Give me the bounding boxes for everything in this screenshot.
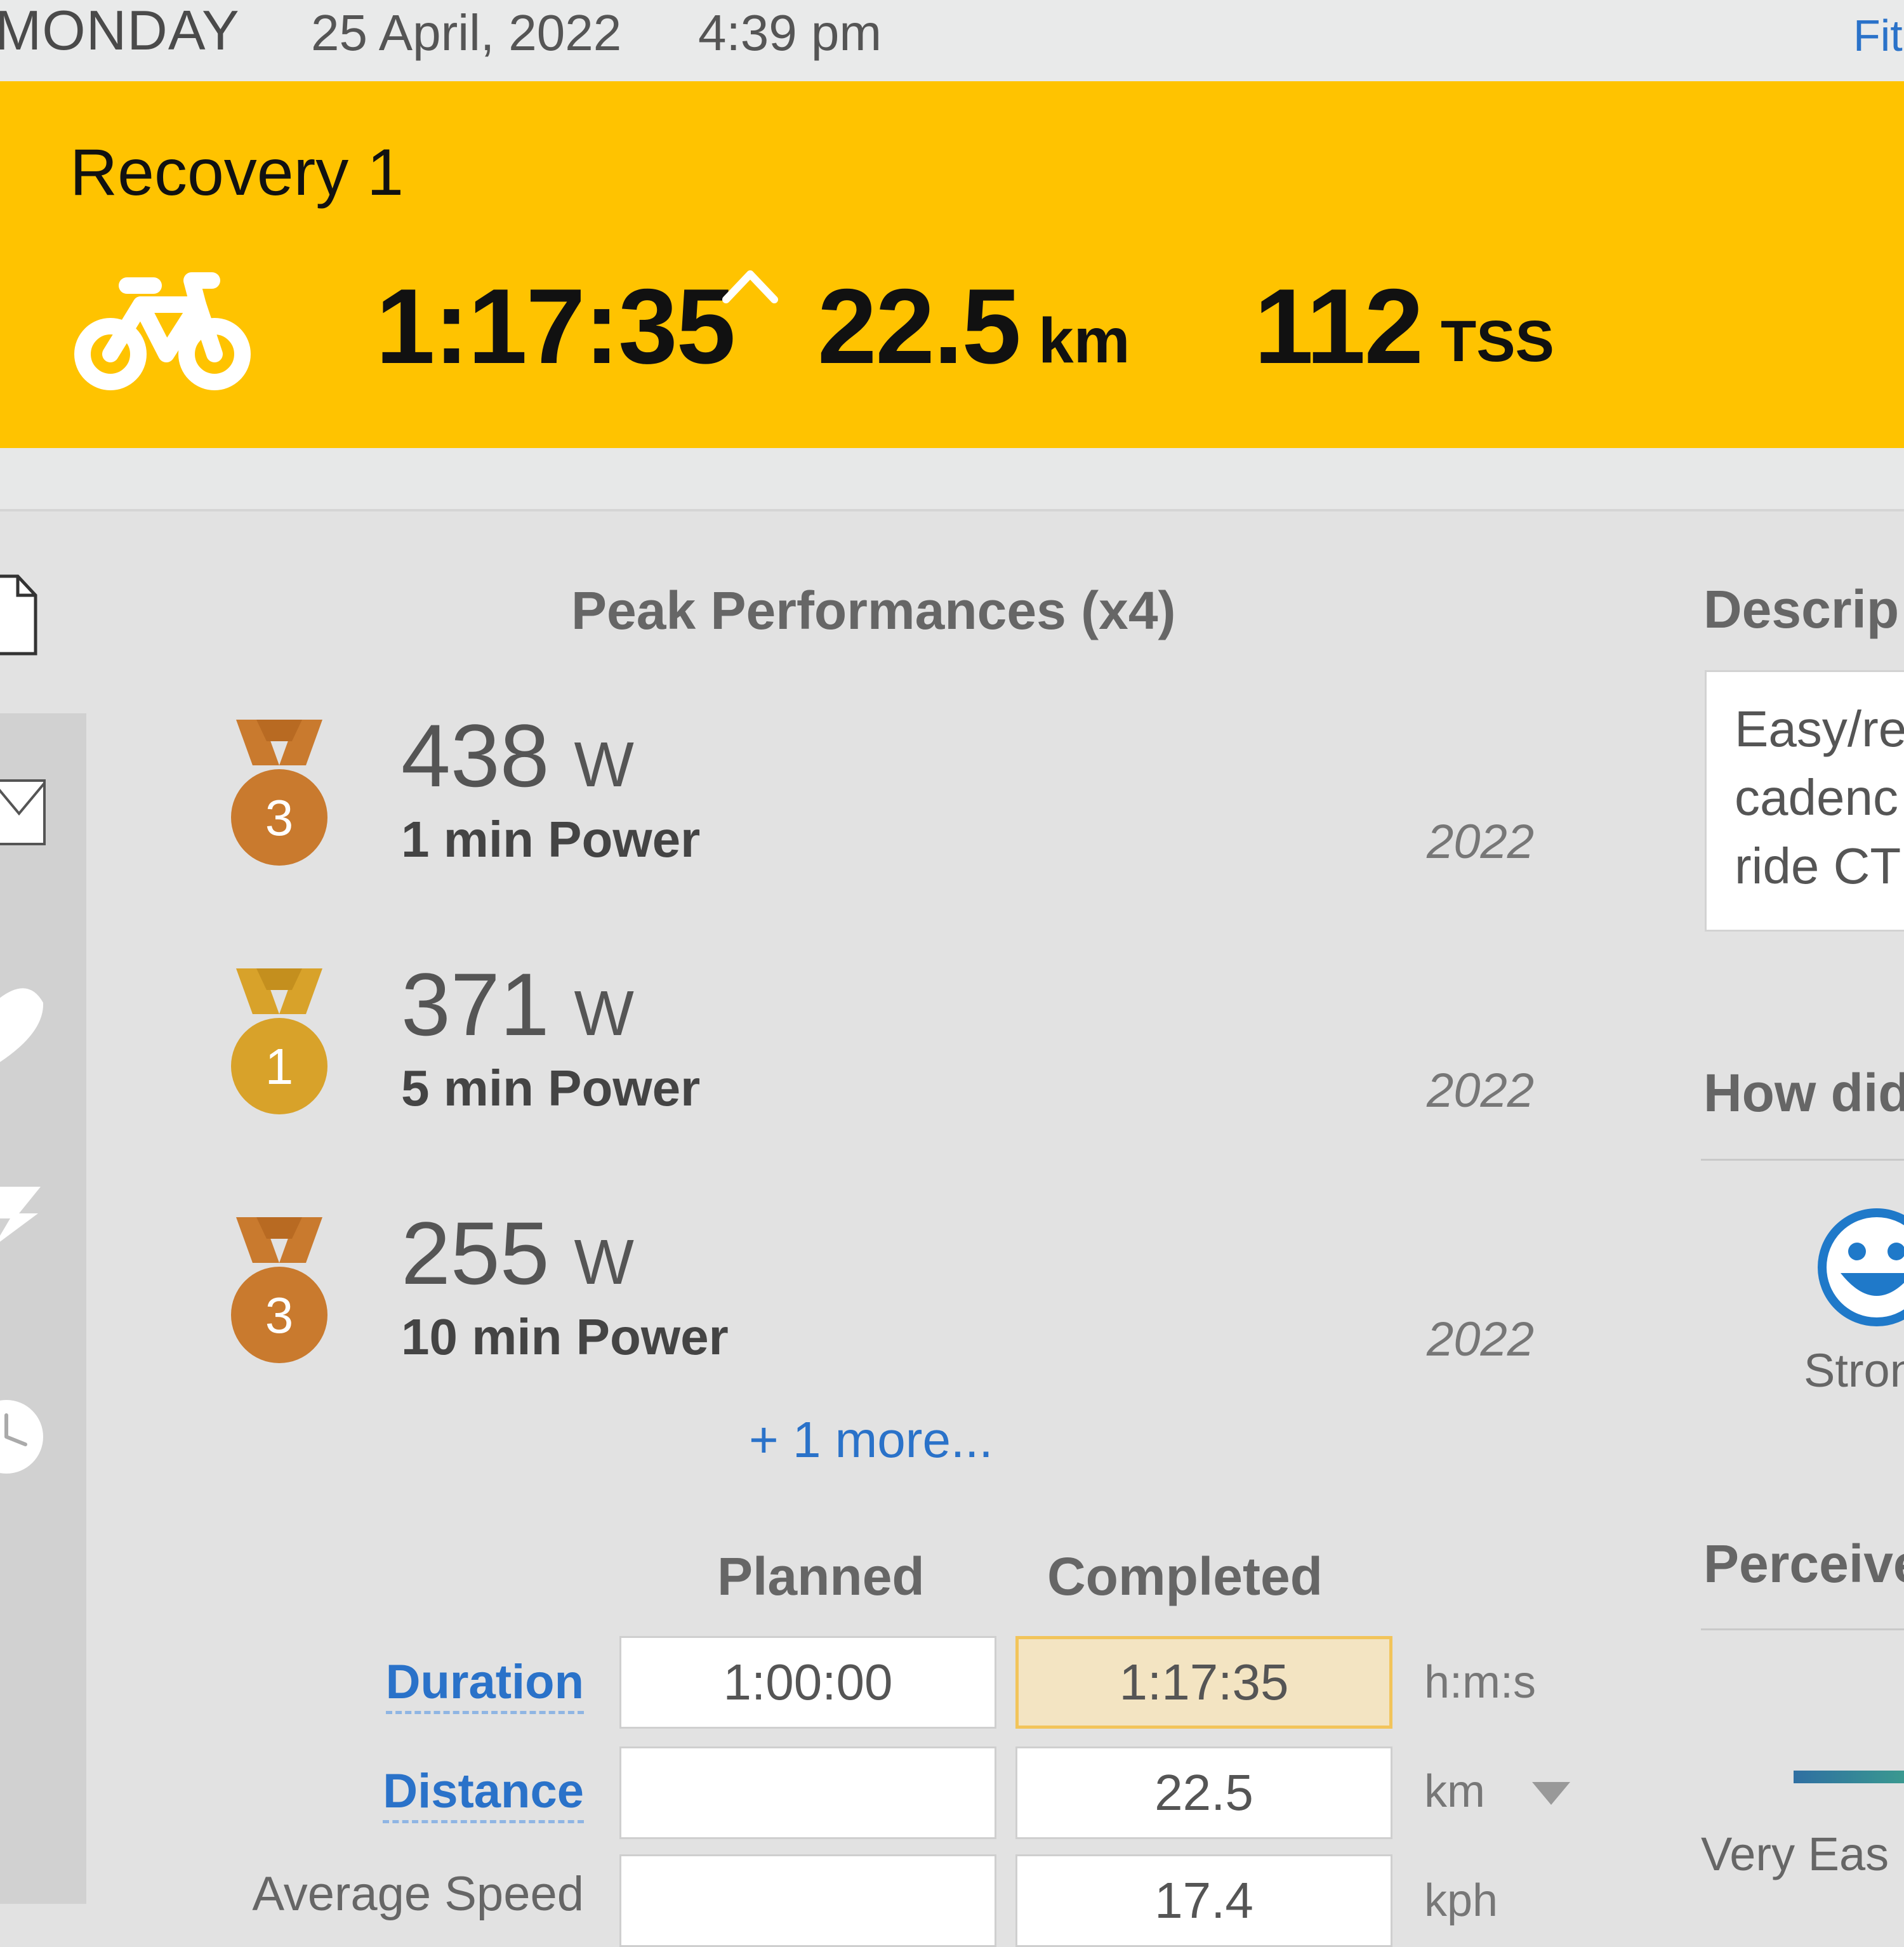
workout-banner: Recovery 1 1:17:35 22.5 km 112 TSS <box>0 81 1904 448</box>
description-box[interactable]: Easy/re cadenc ride CT <box>1705 670 1904 932</box>
peak-year: 2022 <box>1427 815 1535 869</box>
mail-icon[interactable] <box>0 778 51 848</box>
rpe-slider[interactable] <box>1794 1771 1904 1783</box>
peak-label: 10 min Power <box>401 1309 729 1365</box>
smiley-icon[interactable] <box>1816 1207 1904 1328</box>
gold-medal-icon: 1 <box>231 968 327 1114</box>
description-line: cadenc <box>1735 769 1898 826</box>
lightning-icon[interactable] <box>0 1180 51 1250</box>
description-header: Descrip <box>1703 579 1900 639</box>
distance-unit-select[interactable]: km <box>1424 1763 1485 1820</box>
duration-label[interactable]: Duration <box>385 1654 584 1714</box>
divider <box>1701 1159 1904 1161</box>
completed-duration-field[interactable]: 1:17:35 <box>1015 1636 1392 1729</box>
feel-header: How did <box>1703 1063 1904 1123</box>
date-label: 25 April, 2022 <box>311 4 622 61</box>
date-bar: MONDAY 25 April, 2022 4:39 pm Fit <box>0 0 1904 81</box>
clock-icon[interactable] <box>0 1399 51 1481</box>
peak-value: 371 W <box>401 954 634 1054</box>
average-speed-label: Average Speed <box>252 1867 584 1921</box>
peak-label: 5 min Power <box>401 1060 701 1116</box>
svg-text:3: 3 <box>265 1287 294 1343</box>
planned-distance-field[interactable] <box>619 1746 996 1839</box>
completed-distance-field[interactable]: 22.5 <box>1015 1746 1392 1839</box>
bike-icon <box>74 272 251 390</box>
svg-text:1: 1 <box>265 1038 294 1095</box>
peak-performances-title: Peak Performances (x4) <box>571 581 1176 640</box>
duration-unit: h:m:s <box>1424 1657 1537 1708</box>
left-sidebar <box>0 713 86 1904</box>
planned-header: Planned <box>717 1547 925 1606</box>
planned-speed-field[interactable] <box>619 1854 996 1947</box>
peak-year: 2022 <box>1427 1064 1535 1118</box>
weekday-label: MONDAY <box>0 0 240 62</box>
peak-value: 438 W <box>401 706 634 805</box>
distance-unit: km <box>1038 305 1130 376</box>
completed-header: Completed <box>1047 1547 1323 1606</box>
fit-link[interactable]: Fit <box>1853 10 1903 61</box>
more-peaks-link[interactable]: + 1 more... <box>749 1411 993 1468</box>
comment-icon[interactable] <box>0 984 51 1072</box>
divider <box>1701 1628 1904 1630</box>
peak-label: 1 min Power <box>401 811 701 868</box>
caret-up-icon <box>722 270 778 303</box>
speed-unit: kph <box>1424 1875 1498 1926</box>
bronze-medal-icon: 3 <box>231 1217 327 1363</box>
peak-year: 2022 <box>1427 1312 1535 1366</box>
workout-title[interactable]: Recovery 1 <box>70 135 404 211</box>
planned-duration-field[interactable]: 1:00:00 <box>619 1636 996 1729</box>
distance-label[interactable]: Distance <box>383 1763 584 1823</box>
description-line: Easy/re <box>1735 701 1904 757</box>
workout-tss: 112 <box>1254 267 1424 386</box>
banner-strip <box>0 448 1904 512</box>
rpe-header: Perceive <box>1703 1534 1904 1594</box>
tss-unit: TSS <box>1441 309 1554 374</box>
bronze-medal-icon: 3 <box>231 720 327 866</box>
peak-value: 255 W <box>401 1203 634 1303</box>
svg-text:3: 3 <box>265 789 294 846</box>
workout-duration: 1:17:35 <box>376 267 736 386</box>
document-icon[interactable] <box>0 574 44 656</box>
feel-label: Stron <box>1804 1344 1904 1397</box>
time-label: 4:39 pm <box>698 4 882 61</box>
description-line: ride CT <box>1735 838 1901 894</box>
workout-distance: 22.5 <box>817 267 1021 386</box>
completed-speed-field[interactable]: 17.4 <box>1015 1854 1392 1947</box>
rpe-label: Very Eas <box>1701 1828 1889 1880</box>
chevron-down-icon[interactable] <box>1531 1779 1571 1807</box>
